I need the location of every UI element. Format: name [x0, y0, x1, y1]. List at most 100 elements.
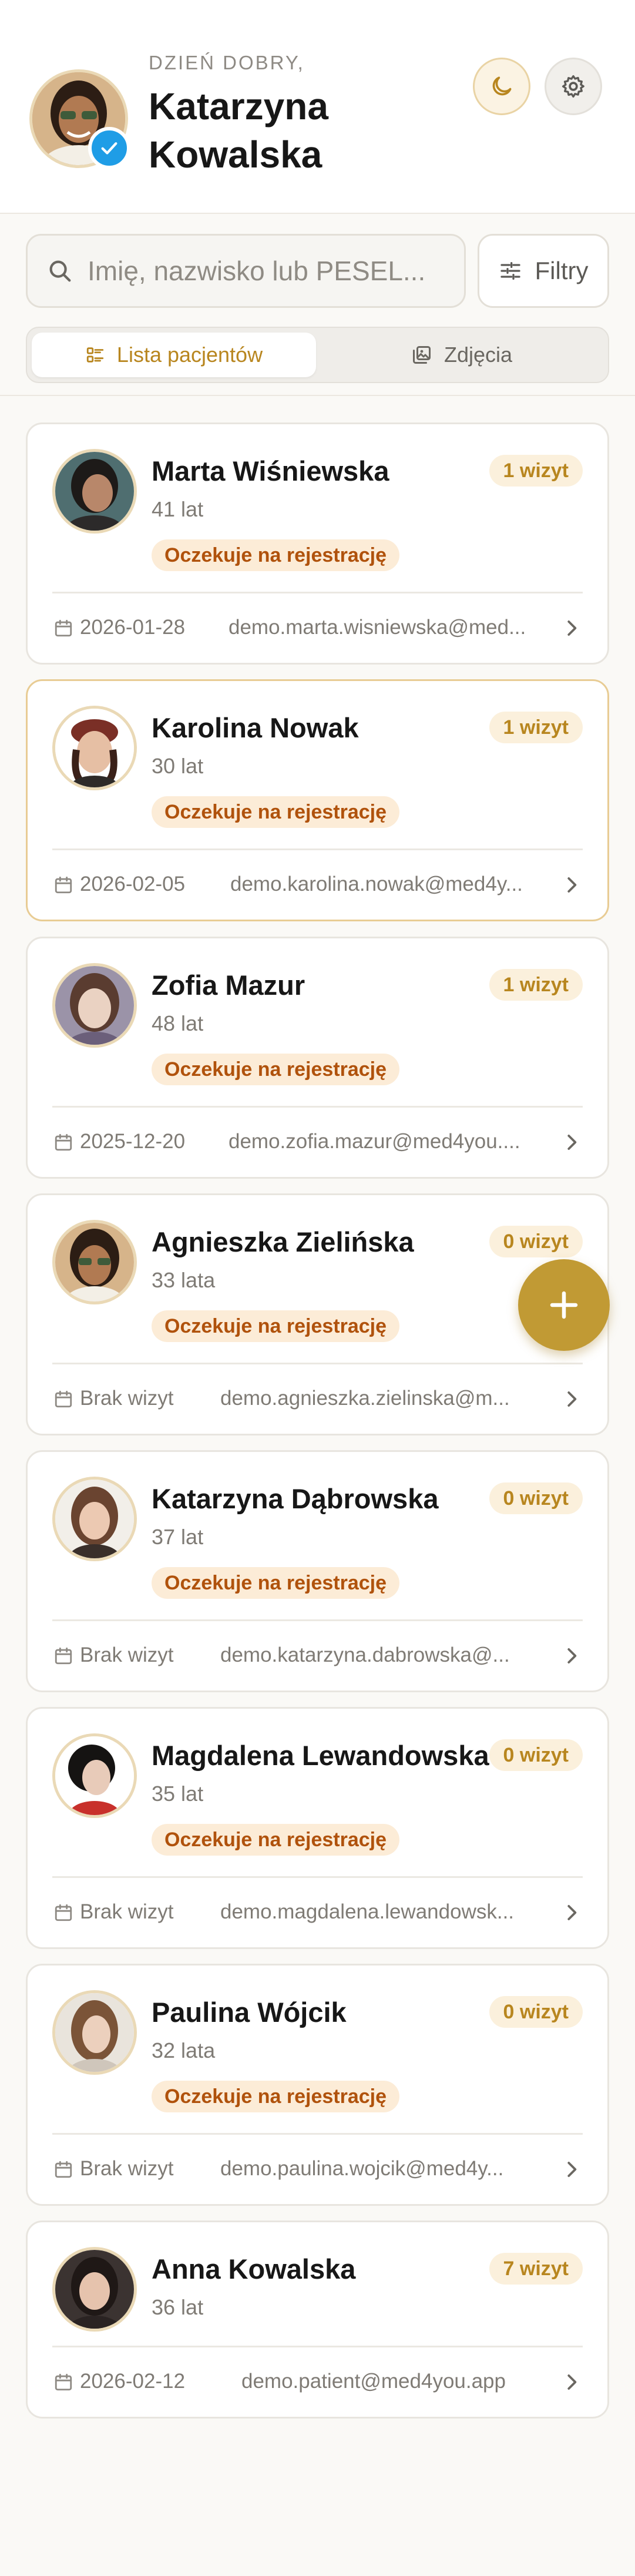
app-header: DZIEŃ DOBRY, Katarzyna Kowalska Filtry — [0, 0, 635, 383]
calendar-icon — [55, 2373, 72, 2391]
visits-badge: 1 wizyt — [489, 455, 583, 487]
calendar-icon — [55, 1904, 72, 1921]
filters-label: Filtry — [535, 257, 589, 284]
tab-patient-list[interactable]: Lista pacjentów — [32, 333, 316, 377]
chevron-right-icon — [567, 1391, 577, 1407]
patient-email: demo.katarzyna.dabrowska@... — [220, 1643, 510, 1666]
patient-name: Zofia Mazur — [152, 970, 305, 1001]
view-tabs: Lista pacjentów Zdjęcia — [26, 327, 609, 383]
card-divider — [52, 848, 583, 850]
last-visit-date: 2026-01-28 — [80, 616, 186, 639]
patient-card[interactable]: Karolina Nowak 30 lat Oczekuje na rejest… — [26, 679, 609, 921]
patient-avatar — [52, 449, 137, 534]
search-input[interactable] — [88, 255, 452, 287]
theme-toggle-button[interactable] — [473, 58, 530, 115]
patient-name: Marta Wiśniewska — [152, 455, 389, 487]
verified-badge — [88, 127, 130, 169]
search-icon — [49, 260, 71, 282]
patient-age: 37 lat — [152, 1525, 204, 1549]
chevron-right-icon — [567, 1905, 577, 1920]
gear-icon — [562, 75, 584, 98]
patient-email: demo.agnieszka.zielinska@m... — [220, 1387, 510, 1410]
patient-name: Paulina Wójcik — [152, 1997, 347, 2028]
visits-badge: 0 wizyt — [489, 1226, 583, 1257]
divider — [0, 395, 635, 396]
patient-email: demo.patient@med4you.app — [241, 2370, 506, 2393]
card-divider — [52, 2133, 583, 2135]
settings-button[interactable] — [545, 58, 602, 115]
patient-name: Katarzyna Dąbrowska — [152, 1483, 439, 1514]
status-badge: Oczekuje na rejestrację — [152, 796, 400, 828]
chevron-right-icon — [567, 1135, 577, 1150]
patient-avatar — [52, 1220, 137, 1304]
last-visit-date: Brak wizyt — [80, 1900, 174, 1923]
visits-badge: 1 wizyt — [489, 712, 583, 743]
chevron-right-icon — [567, 2162, 577, 2177]
user-name: Katarzyna Kowalska — [149, 85, 328, 176]
plus-icon — [550, 1291, 578, 1319]
check-icon — [101, 142, 117, 155]
patient-avatar — [52, 1990, 137, 2075]
last-visit-date: 2026-02-12 — [80, 2370, 186, 2393]
patient-card[interactable]: Paulina Wójcik 32 lata Oczekuje na rejes… — [26, 1964, 609, 2206]
patient-name: Karolina Nowak — [152, 712, 359, 743]
calendar-icon — [55, 2161, 72, 2178]
calendar-icon — [55, 1390, 72, 1408]
patient-email: demo.magdalena.lewandowsk... — [220, 1900, 515, 1923]
patient-card[interactable]: Katarzyna Dąbrowska 37 lat Oczekuje na r… — [26, 1450, 609, 1692]
visits-badge: 7 wizyt — [489, 2253, 583, 2285]
tab-photos-label: Zdjęcia — [444, 343, 513, 367]
chevron-right-icon — [567, 877, 577, 893]
patient-card[interactable]: Marta Wiśniewska 41 lat Oczekuje na reje… — [26, 422, 609, 665]
user-avatar[interactable] — [29, 69, 130, 169]
moon-icon — [492, 76, 512, 96]
card-divider — [52, 1363, 583, 1364]
patient-avatar — [52, 963, 137, 1048]
filters-button[interactable]: Filtry — [478, 234, 609, 308]
card-divider — [52, 1619, 583, 1621]
chevron-right-icon — [567, 620, 577, 636]
calendar-icon — [55, 876, 72, 894]
last-visit-date: Brak wizyt — [80, 1643, 174, 1666]
patient-email: demo.karolina.nowak@med4y... — [230, 873, 523, 895]
patient-age: 30 lat — [152, 754, 204, 778]
visits-badge: 1 wizyt — [489, 969, 583, 1001]
card-divider — [52, 592, 583, 593]
status-badge: Oczekuje na rejestrację — [152, 1824, 400, 1856]
patient-age: 41 lat — [152, 497, 204, 521]
patient-email: demo.marta.wisniewska@med... — [229, 616, 526, 639]
patient-card[interactable]: Magdalena Lewandowska 35 lat Oczekuje na… — [26, 1707, 609, 1949]
patient-avatar — [52, 1477, 137, 1561]
patient-email: demo.zofia.mazur@med4you.... — [229, 1130, 520, 1153]
calendar-icon — [55, 1647, 72, 1665]
patient-avatar — [52, 1733, 137, 1818]
patient-card[interactable]: Anna Kowalska 36 lat 7 wizyt 2026-02-12 … — [26, 2221, 609, 2419]
patient-name: Anna Kowalska — [152, 2253, 356, 2285]
last-visit-date: 2026-02-05 — [80, 873, 186, 895]
sliders-icon — [500, 262, 520, 280]
patient-name: Agnieszka Zielińska — [152, 1226, 414, 1257]
status-badge: Oczekuje na rejestrację — [152, 539, 400, 571]
patient-age: 36 lat — [152, 2295, 204, 2319]
status-badge: Oczekuje na rejestrację — [152, 2081, 400, 2112]
card-divider — [52, 1876, 583, 1878]
greeting: DZIEŃ DOBRY, — [149, 52, 305, 73]
patient-age: 35 lat — [152, 1782, 204, 1806]
patient-age: 32 lata — [152, 2038, 216, 2062]
search-bar[interactable] — [26, 234, 466, 308]
last-visit-date: Brak wizyt — [80, 1387, 174, 1410]
last-visit-date: Brak wizyt — [80, 2157, 174, 2180]
patient-avatar — [52, 706, 137, 790]
tab-photos[interactable]: Zdjęcia — [320, 333, 604, 377]
images-icon — [412, 346, 431, 364]
patient-age: 33 lata — [152, 1268, 216, 1292]
visits-badge: 0 wizyt — [489, 1996, 583, 2028]
add-patient-button[interactable] — [518, 1259, 610, 1351]
status-badge: Oczekuje na rejestrację — [152, 1567, 400, 1599]
card-divider — [52, 2346, 583, 2347]
calendar-icon — [55, 619, 72, 637]
status-badge: Oczekuje na rejestrację — [152, 1054, 400, 1085]
visits-badge: 0 wizyt — [489, 1739, 583, 1771]
patient-avatar — [52, 2247, 137, 2332]
patient-card[interactable]: Zofia Mazur 48 lat Oczekuje na rejestrac… — [26, 937, 609, 1179]
